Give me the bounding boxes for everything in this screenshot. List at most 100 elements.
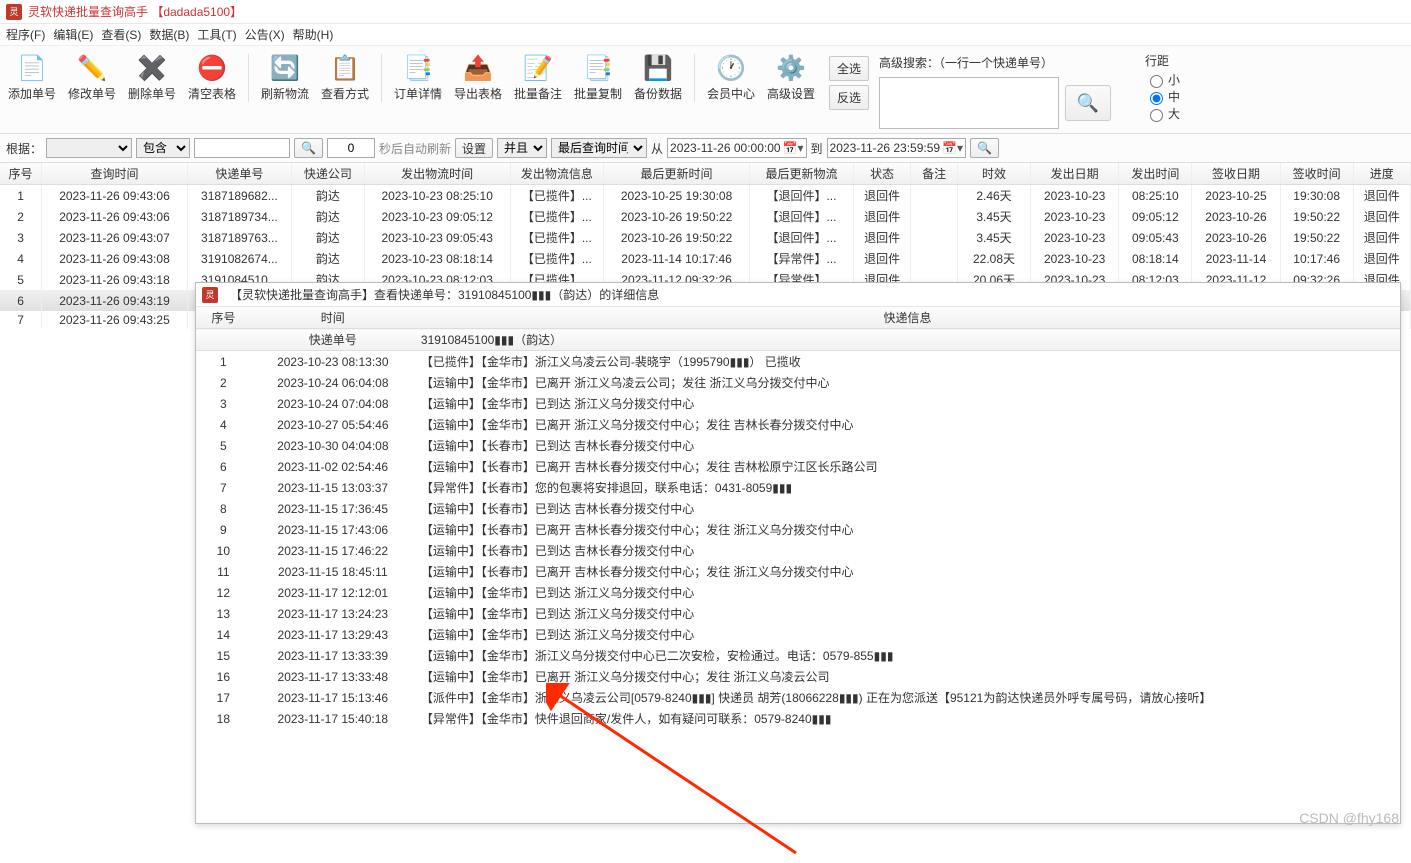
menubar: 程序(F) 编辑(E) 查看(S) 数据(B) 工具(T) 公告(X) 帮助(H)	[0, 24, 1411, 46]
detail-row[interactable]: 92023-11-15 17:43:06【运输中】【长春市】已离开 吉林长春分拨…	[196, 519, 1400, 540]
and-select[interactable]: 并且	[497, 138, 547, 158]
table-row[interactable]: 12023-11-26 09:43:063187189682...韵达2023-…	[0, 185, 1411, 207]
col-header[interactable]: 发出日期	[1030, 163, 1118, 185]
detail-row[interactable]: 102023-11-15 17:46:22【运输中】【长春市】已到达 吉林长春分…	[196, 540, 1400, 561]
menu-item[interactable]: 工具(T)	[197, 26, 236, 43]
table-row[interactable]: 22023-11-26 09:43:063187189734...韵达2023-…	[0, 206, 1411, 227]
invert-select-button[interactable]: 反选	[829, 85, 869, 110]
export-button[interactable]: 📤 导出表格	[448, 50, 508, 106]
titlebar: 灵 灵软快递批量查询高手 【dadada5100】	[0, 0, 1411, 24]
col-header[interactable]: 签收时间	[1280, 163, 1353, 185]
col-header[interactable]: 序号	[196, 307, 251, 329]
export-icon: 📤	[462, 54, 494, 82]
table-row[interactable]: 32023-11-26 09:43:073187189763...韵达2023-…	[0, 227, 1411, 248]
detail-row[interactable]: 42023-10-27 05:54:46【运输中】【金华市】已离开 浙江义乌分拨…	[196, 414, 1400, 435]
col-header[interactable]: 快递公司	[291, 163, 364, 185]
filter-field-select[interactable]	[46, 138, 132, 158]
countdown-input[interactable]	[327, 138, 375, 158]
add-order-button[interactable]: 📄添加单号	[2, 50, 62, 106]
to-label: 到	[811, 140, 823, 157]
member-icon: 🕐	[715, 54, 747, 82]
col-header[interactable]: 快递信息	[415, 307, 1400, 329]
date-from-input[interactable]: 2023-11-26 00:00:00📅▾	[667, 138, 807, 158]
detail-row[interactable]: 142023-11-17 13:29:43【运输中】【金华市】已到达 浙江义乌分…	[196, 624, 1400, 645]
table-row[interactable]: 42023-11-26 09:43:083191082674...韵达2023-…	[0, 248, 1411, 269]
col-header[interactable]: 序号	[0, 163, 42, 185]
col-header[interactable]: 备注	[911, 163, 958, 185]
menu-item[interactable]: 编辑(E)	[53, 26, 93, 43]
settings-button[interactable]: 设置	[455, 138, 493, 158]
col-header[interactable]: 时效	[958, 163, 1031, 185]
toolbar-label: 导出表格	[454, 85, 502, 102]
refresh-button[interactable]: 🔄刷新物流	[255, 50, 315, 106]
col-header[interactable]: 最后更新物流	[749, 163, 853, 185]
watermark: CSDN @fhy168	[1299, 810, 1399, 826]
detail-row[interactable]: 62023-11-02 02:54:46【运输中】【长春市】已离开 吉林长春分拨…	[196, 456, 1400, 477]
linegap-option[interactable]: 小	[1145, 71, 1180, 88]
window-title: 灵软快递批量查询高手 【dadada5100】	[28, 3, 242, 20]
order-detail-button[interactable]: 📑 订单详情	[388, 50, 448, 106]
col-header[interactable]: 状态	[854, 163, 911, 185]
edit-order-button[interactable]: ✏️修改单号	[62, 50, 122, 106]
col-header[interactable]: 查询时间	[42, 163, 188, 185]
filter-value-input[interactable]	[194, 138, 290, 158]
detail-row[interactable]: 22023-10-24 06:04:08【运输中】【金华市】已离开 浙江义乌凌云…	[196, 372, 1400, 393]
toolbar-label: 查看方式	[321, 85, 369, 102]
select-all-button[interactable]: 全选	[829, 56, 869, 81]
detail-row[interactable]: 122023-11-17 12:12:01【运输中】【金华市】已到达 浙江义乌分…	[196, 582, 1400, 603]
menu-item[interactable]: 数据(B)	[149, 26, 189, 43]
toolbar-label: 刷新物流	[261, 85, 309, 102]
menu-item[interactable]: 公告(X)	[245, 26, 285, 43]
adv-search-input[interactable]	[879, 77, 1059, 129]
lastquery-select[interactable]: 最后查询时间	[551, 138, 647, 158]
autorefresh-label: 秒后自动刷新	[379, 140, 451, 157]
toolbar-label: 订单详情	[394, 85, 442, 102]
col-header[interactable]: 快递单号	[187, 163, 291, 185]
date-search-button[interactable]: 🔍	[970, 138, 999, 158]
col-header[interactable]: 时间	[251, 307, 415, 329]
col-header[interactable]: 签收日期	[1192, 163, 1280, 185]
linegap-option[interactable]: 中	[1145, 88, 1180, 105]
detail-row[interactable]: 12023-10-23 08:13:30【已揽件】【金华市】浙江义乌凌云公司-裴…	[196, 351, 1400, 373]
clear-table-button[interactable]: ⛔清空表格	[182, 50, 242, 106]
col-header[interactable]: 最后更新时间	[604, 163, 750, 185]
detail-row[interactable]: 152023-11-17 13:33:39【运输中】【金华市】浙江义乌分拨交付中…	[196, 645, 1400, 666]
date-to-input[interactable]: 2023-11-26 23:59:59📅▾	[827, 138, 967, 158]
detail-row[interactable]: 82023-11-15 17:36:45【运输中】【长春市】已到达 吉林长春分拨…	[196, 498, 1400, 519]
menu-item[interactable]: 查看(S)	[101, 26, 141, 43]
toolbar-label: 会员中心	[707, 85, 755, 102]
order-detail-icon: 📑	[402, 54, 434, 82]
delete-order-button[interactable]: ✖️删除单号	[122, 50, 182, 106]
member-button[interactable]: 🕐 会员中心	[701, 50, 761, 106]
settings-button[interactable]: ⚙️高级设置	[761, 50, 821, 106]
batch-remark-button[interactable]: 📝批量备注	[508, 50, 568, 106]
toolbar-label: 修改单号	[68, 85, 116, 102]
filter-search-button[interactable]: 🔍	[294, 138, 323, 158]
adv-search-button[interactable]: 🔍	[1065, 85, 1111, 121]
detail-row[interactable]: 72023-11-15 13:03:37【异常件】【长春市】您的包裹将安排退回，…	[196, 477, 1400, 498]
calendar-icon: 📅▾	[942, 141, 963, 155]
col-header[interactable]: 进度	[1353, 163, 1410, 185]
clear-table-icon: ⛔	[196, 54, 228, 82]
detail-row[interactable]: 32023-10-24 07:04:08【运输中】【金华市】已到达 浙江义乌分拨…	[196, 393, 1400, 414]
view-mode-button[interactable]: 📋查看方式	[315, 50, 375, 106]
detail-row[interactable]: 112023-11-15 18:45:11【运输中】【长春市】已离开 吉林长春分…	[196, 561, 1400, 582]
col-header[interactable]: 发出时间	[1119, 163, 1192, 185]
app-icon: 灵	[202, 287, 218, 303]
detail-row[interactable]: 182023-11-17 15:40:18【异常件】【金华市】快件退回商家/发件…	[196, 708, 1400, 729]
toolbar-label: 备份数据	[634, 85, 682, 102]
col-header[interactable]: 发出物流信息	[510, 163, 604, 185]
menu-item[interactable]: 程序(F)	[6, 26, 45, 43]
batch-copy-icon: 📑	[582, 54, 614, 82]
backup-button[interactable]: 💾备份数据	[628, 50, 688, 106]
batch-copy-button[interactable]: 📑批量复制	[568, 50, 628, 106]
linegap-option[interactable]: 大	[1145, 105, 1180, 122]
menu-item[interactable]: 帮助(H)	[293, 26, 334, 43]
detail-row[interactable]: 172023-11-17 15:13:46【派件中】【金华市】浙江义乌凌云公司[…	[196, 687, 1400, 708]
detail-row[interactable]: 132023-11-17 13:24:23【运输中】【金华市】已到达 浙江义乌分…	[196, 603, 1400, 624]
col-header[interactable]: 发出物流时间	[364, 163, 510, 185]
filter-op-select[interactable]: 包含	[136, 138, 190, 158]
detail-row[interactable]: 162023-11-17 13:33:48【运输中】【金华市】已离开 浙江义乌分…	[196, 666, 1400, 687]
detail-row[interactable]: 52023-10-30 04:04:08【运输中】【长春市】已到达 吉林长春分拨…	[196, 435, 1400, 456]
detail-title: 【灵软快递批量查询高手】查看快递单号：31910845100▮▮▮（韵达）的详细…	[230, 286, 659, 303]
